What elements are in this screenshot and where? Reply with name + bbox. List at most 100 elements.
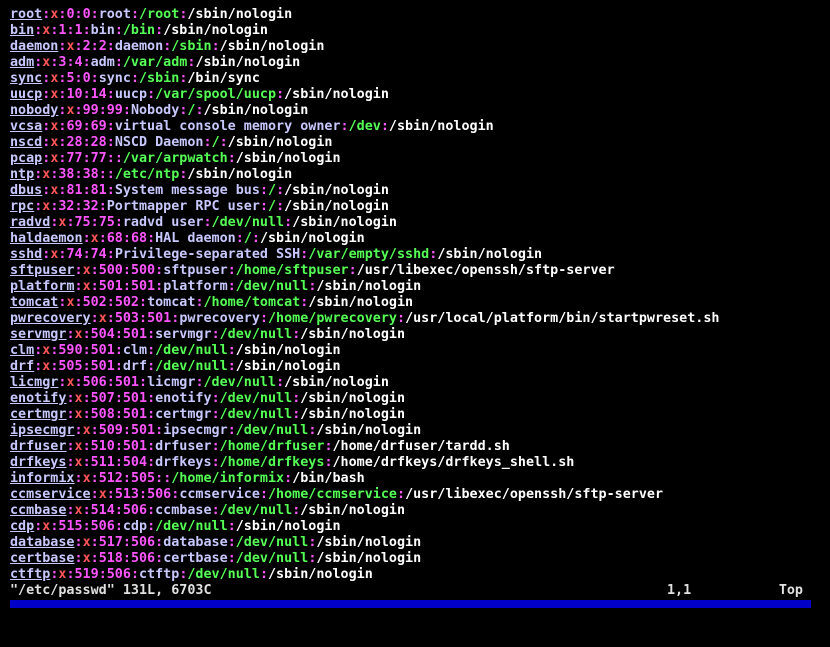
passwd-gid: 501: [130, 279, 156, 294]
editor-line[interactable]: servmgr:x:504:501:servmgr:/dev/null:/sbi…: [10, 327, 825, 343]
editor-line[interactable]: nscd:x:28:28:NSCD Daemon:/:/sbin/nologin: [10, 135, 825, 151]
field-separator: :: [90, 39, 99, 54]
field-separator: :: [122, 279, 131, 294]
editor-line[interactable]: platform:x:501:501:platform:/dev/null:/s…: [10, 279, 825, 295]
terminal-bottom-bar: [10, 600, 811, 608]
passwd-shell: /sbin/nologin: [187, 7, 293, 22]
editor-line[interactable]: informix:x:512:505::/home/informix:/bin/…: [10, 471, 825, 487]
passwd-gid: 506: [90, 519, 115, 534]
passwd-gid: 506: [147, 487, 172, 502]
passwd-password: x: [82, 471, 91, 486]
editor-line[interactable]: rpc:x:32:32:Portmapper RPC user:/:/sbin/…: [10, 199, 825, 215]
field-separator: :: [114, 407, 123, 422]
field-separator: :: [340, 119, 349, 134]
passwd-gid: 501: [122, 407, 148, 422]
editor-line[interactable]: enotify:x:507:501:enotify:/dev/null:/sbi…: [10, 391, 825, 407]
passwd-home: /dev/null: [219, 407, 293, 422]
passwd-gid: 501: [130, 423, 156, 438]
passwd-username: certmgr: [10, 407, 67, 422]
passwd-shell: /sbin/nologin: [163, 23, 268, 38]
passwd-gecos: root: [98, 7, 131, 22]
passwd-password: x: [82, 279, 91, 294]
editor-line[interactable]: daemon:x:2:2:daemon:/sbin:/sbin/nologin: [10, 39, 825, 55]
field-separator: :: [139, 295, 148, 310]
editor-line[interactable]: certmgr:x:508:501:certmgr:/dev/null:/sbi…: [10, 407, 825, 423]
passwd-gid: 504: [122, 455, 148, 470]
field-separator: :: [74, 535, 83, 550]
field-separator: :: [122, 263, 131, 278]
field-separator: :: [82, 151, 91, 166]
editor-line[interactable]: sftpuser:x:500:500:sftpuser:/home/sftpus…: [10, 263, 825, 279]
passwd-username: bin: [10, 23, 35, 38]
passwd-shell: /sbin/nologin: [284, 375, 389, 390]
passwd-shell: /sbin/nologin: [437, 247, 543, 262]
field-separator: :: [82, 359, 91, 374]
editor-line[interactable]: ntp:x:38:38::/etc/ntp:/sbin/nologin: [10, 167, 825, 183]
field-separator: :: [66, 439, 75, 454]
passwd-gecos: Privilege-separated SSH: [114, 247, 301, 262]
field-separator: :: [82, 247, 91, 262]
field-separator: :: [155, 23, 164, 38]
field-separator: :: [66, 23, 75, 38]
editor-line[interactable]: licmgr:x:506:501:licmgr:/dev/null:/sbin/…: [10, 375, 825, 391]
passwd-home: /dev/null: [219, 503, 293, 518]
editor-line[interactable]: ccmservice:x:513:506:ccmservice:/home/cc…: [10, 487, 825, 503]
editor-line[interactable]: drf:x:505:501:drf:/dev/null:/sbin/nologi…: [10, 359, 825, 375]
passwd-home: /home/pwrecovery: [268, 311, 397, 326]
editor-line[interactable]: vcsa:x:69:69:virtual console memory owne…: [10, 119, 825, 135]
editor-line[interactable]: pcap:x:77:77::/var/arpwatch:/sbin/nologi…: [10, 151, 825, 167]
vim-editor-buffer[interactable]: root:x:0:0:root:/root:/sbin/nologin bin:x…: [10, 7, 825, 583]
passwd-shell: /sbin/nologin: [316, 535, 422, 550]
passwd-home: /sbin: [171, 39, 212, 54]
field-separator: :: [90, 551, 99, 566]
field-separator: :: [259, 567, 268, 582]
editor-line[interactable]: database:x:517:506:database:/dev/null:/s…: [10, 535, 825, 551]
editor-line[interactable]: ctftp:x:519:506:ctftp:/dev/null:/sbin/no…: [10, 567, 825, 583]
passwd-uid: 518: [98, 551, 123, 566]
editor-line[interactable]: ipsecmgr:x:509:501:ipsecmgr:/dev/null:/s…: [10, 423, 825, 439]
editor-line[interactable]: drfuser:x:510:501:drfuser:/home/drfuser:…: [10, 439, 825, 455]
editor-line[interactable]: cdp:x:515:506:cdp:/dev/null:/sbin/nologi…: [10, 519, 825, 535]
field-separator: :: [195, 375, 204, 390]
editor-line[interactable]: nobody:x:99:99:Nobody:/:/sbin/nologin: [10, 103, 825, 119]
passwd-uid: 510: [90, 439, 115, 454]
editor-line[interactable]: dbus:x:81:81:System message bus:/:/sbin/…: [10, 183, 825, 199]
editor-line[interactable]: uucp:x:10:14:uucp:/var/spool/uucp:/sbin/…: [10, 87, 825, 103]
editor-line[interactable]: sshd:x:74:74:Privilege-separated SSH:/va…: [10, 247, 825, 263]
field-separator: :: [90, 279, 99, 294]
editor-line[interactable]: clm:x:590:501:clm:/dev/null:/sbin/nologi…: [10, 343, 825, 359]
editor-line[interactable]: root:x:0:0:root:/root:/sbin/nologin: [10, 7, 825, 23]
passwd-gid: 69: [90, 119, 107, 134]
editor-line[interactable]: haldaemon:x:68:68:HAL daemon:/:/sbin/nol…: [10, 231, 825, 247]
editor-line[interactable]: certbase:x:518:506:certbase:/dev/null:/s…: [10, 551, 825, 567]
editor-line[interactable]: bin:x:1:1:bin:/bin:/sbin/nologin: [10, 23, 825, 39]
passwd-home: /var/adm: [122, 55, 188, 70]
editor-line[interactable]: sync:x:5:0:sync:/sbin:/bin/sync: [10, 71, 825, 87]
field-separator: :: [324, 439, 333, 454]
field-separator: :: [82, 327, 91, 342]
passwd-password: x: [82, 423, 91, 438]
field-separator: :: [74, 423, 83, 438]
editor-line[interactable]: drfkeys:x:511:504:drfkeys:/home/drfkeys:…: [10, 455, 825, 471]
passwd-uid: 501: [98, 279, 123, 294]
passwd-home: /home/drfuser: [219, 439, 325, 454]
field-separator: :: [90, 423, 99, 438]
passwd-home: /dev/null: [235, 423, 309, 438]
passwd-username: ctftp: [10, 567, 51, 582]
passwd-shell: /sbin/nologin: [284, 87, 389, 102]
passwd-gid: 38: [82, 167, 99, 182]
passwd-gid: 68: [130, 231, 148, 246]
field-separator: :: [82, 119, 91, 134]
passwd-username: vcsa: [10, 119, 43, 134]
editor-line[interactable]: pwrecovery:x:503:501:pwrecovery:/home/pw…: [10, 311, 825, 327]
passwd-uid: 515: [58, 519, 83, 534]
passwd-password: x: [98, 487, 107, 502]
passwd-gid: 505: [130, 471, 156, 486]
editor-line[interactable]: adm:x:3:4:adm:/var/adm:/sbin/nologin: [10, 55, 825, 71]
field-separator: :: [114, 503, 123, 518]
field-separator: :: [284, 215, 293, 230]
passwd-uid: 503: [114, 311, 139, 326]
editor-line[interactable]: tomcat:x:502:502:tomcat:/home/tomcat:/sb…: [10, 295, 825, 311]
editor-line[interactable]: radvd:x:75:75:radvd user:/dev/null:/sbin…: [10, 215, 825, 231]
editor-line[interactable]: ccmbase:x:514:506:ccmbase:/dev/null:/sbi…: [10, 503, 825, 519]
